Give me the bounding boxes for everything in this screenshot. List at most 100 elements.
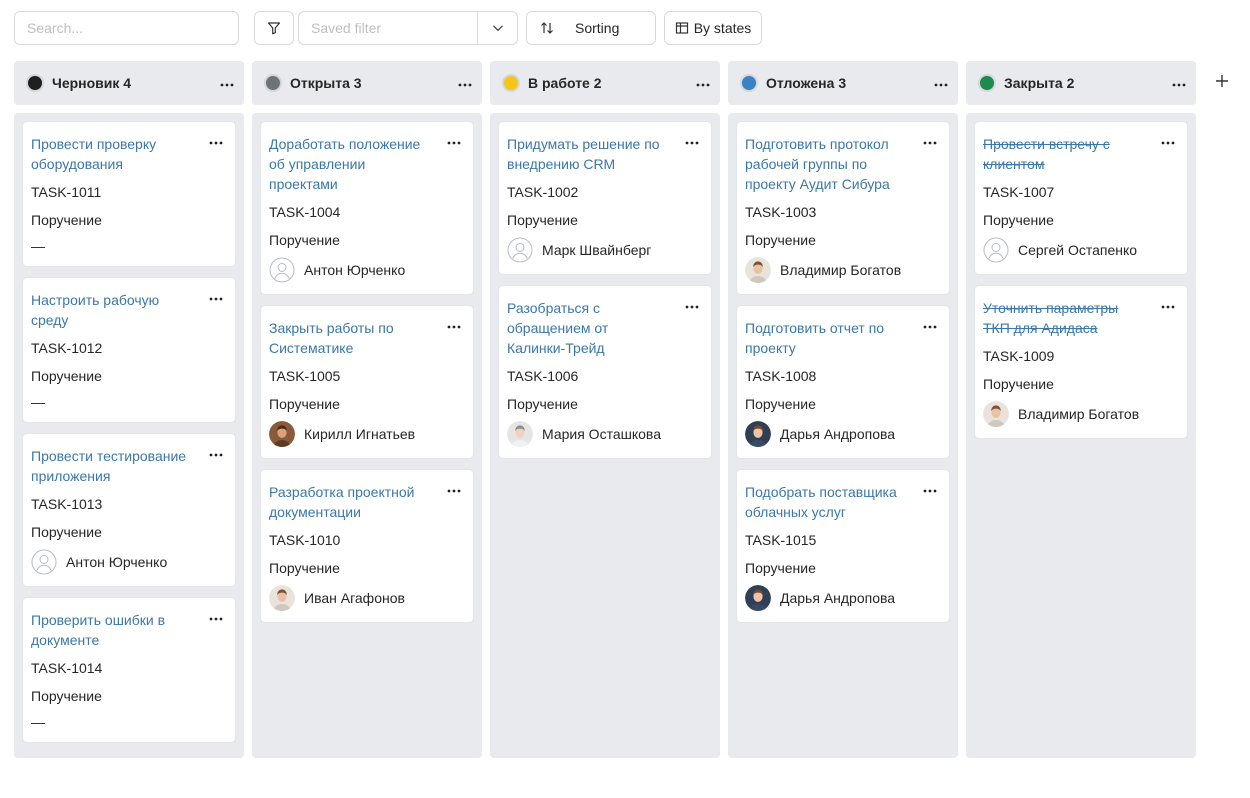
task-card[interactable]: Настроить рабочую среду TASK-1012 Поруче…	[22, 277, 236, 423]
card-task-id: TASK-1005	[269, 368, 341, 384]
column-header[interactable]: В работе 2	[490, 61, 720, 105]
more-horizontal-icon	[458, 83, 472, 87]
card-title-link[interactable]: Подобрать поставщика облачных услуг	[745, 482, 905, 522]
card-title-link[interactable]: Доработать положение об управлении проек…	[269, 134, 429, 194]
card-more-button[interactable]	[447, 484, 461, 494]
card-title-link[interactable]: Проверить ошибки в документе	[31, 610, 191, 650]
task-card[interactable]: Подготовить протокол рабочей группы по п…	[736, 121, 950, 295]
task-card[interactable]: Провести проверку оборудования TASK-1011…	[22, 121, 236, 267]
card-more-button[interactable]	[685, 136, 699, 146]
column-more-button[interactable]	[220, 78, 234, 88]
card-title-link[interactable]: Настроить рабочую среду	[31, 290, 191, 330]
card-more-button[interactable]	[685, 300, 699, 310]
user-placeholder-icon	[507, 237, 533, 263]
card-title-link[interactable]: Провести тестирование приложения	[31, 446, 191, 486]
column-more-button[interactable]	[458, 78, 472, 88]
task-card[interactable]: Подготовить отчет по проекту TASK-1008 П…	[736, 305, 950, 459]
more-horizontal-icon	[1172, 83, 1186, 87]
column-body: Доработать положение об управлении проек…	[252, 113, 482, 758]
card-more-button[interactable]	[447, 136, 461, 146]
card-more-button[interactable]	[209, 612, 223, 622]
column-header[interactable]: Отложена 3	[728, 61, 958, 105]
task-card[interactable]: Уточнить параметры ТКП для Адидаса TASK-…	[974, 285, 1188, 439]
card-title-link[interactable]: Подготовить отчет по проекту	[745, 318, 905, 358]
task-card[interactable]: Доработать положение об управлении проек…	[260, 121, 474, 295]
task-card[interactable]: Провести тестирование приложения TASK-10…	[22, 433, 236, 587]
column-header[interactable]: Закрыта 2	[966, 61, 1196, 105]
more-horizontal-icon	[1161, 305, 1175, 309]
saved-filter-select[interactable]: Saved filter	[298, 11, 518, 45]
card-more-button[interactable]	[209, 136, 223, 146]
column-header[interactable]: Черновик 4	[14, 61, 244, 105]
card-assignee-empty: —	[31, 714, 45, 730]
task-card[interactable]: Разобраться с обращением от Калинки-Трей…	[498, 285, 712, 459]
card-assignee[interactable]: Сергей Остапенко	[983, 236, 1179, 264]
search-input[interactable]	[14, 11, 239, 45]
sorting-label: Sorting	[575, 20, 620, 36]
column-more-button[interactable]	[934, 78, 948, 88]
card-assignee[interactable]: Кирилл Игнатьев	[269, 420, 465, 448]
card-more-button[interactable]	[923, 136, 937, 146]
column-title-text: Закрыта	[1004, 75, 1063, 91]
column-title: Отложена 3	[766, 75, 934, 91]
column-more-button[interactable]	[696, 78, 710, 88]
card-assignee[interactable]: Иван Агафонов	[269, 584, 465, 612]
task-card[interactable]: Разработка проектной документации TASK-1…	[260, 469, 474, 623]
saved-filter-dropdown-toggle[interactable]	[477, 12, 517, 44]
status-dot	[26, 74, 44, 92]
add-column-button[interactable]	[1215, 72, 1229, 92]
by-states-button[interactable]: By states	[664, 11, 762, 45]
task-card[interactable]: Провести встречу с клиентом TASK-1007 По…	[974, 121, 1188, 275]
card-assignee[interactable]: Владимир Богатов	[983, 400, 1179, 428]
card-task-type: Поручение	[269, 396, 340, 412]
card-assignee[interactable]: Марк Швайнберг	[507, 236, 703, 264]
assignee-name: Дарья Андропова	[780, 426, 896, 442]
column-header[interactable]: Открыта 3	[252, 61, 482, 105]
sort-icon	[541, 22, 553, 34]
more-horizontal-icon	[447, 325, 461, 329]
task-card[interactable]: Проверить ошибки в документе TASK-1014 П…	[22, 597, 236, 743]
card-assignee[interactable]: Дарья Андропова	[745, 420, 941, 448]
card-assignee[interactable]: Мария Осташкова	[507, 420, 703, 448]
column-body: Подготовить протокол рабочей группы по п…	[728, 113, 958, 758]
card-task-id: TASK-1002	[507, 184, 579, 200]
card-assignee[interactable]: Дарья Андропова	[745, 584, 941, 612]
sorting-button[interactable]: Sorting	[526, 11, 656, 45]
card-more-button[interactable]	[1161, 300, 1175, 310]
card-assignee[interactable]: Антон Юрченко	[31, 548, 227, 576]
card-more-button[interactable]	[1161, 136, 1175, 146]
column-more-button[interactable]	[1172, 78, 1186, 88]
card-title-link[interactable]: Придумать решение по внедрению CRM	[507, 134, 667, 174]
card-title-link[interactable]: Разработка проектной документации	[269, 482, 429, 522]
card-more-button[interactable]	[447, 320, 461, 330]
column-title-text: Черновик	[52, 75, 120, 91]
more-horizontal-icon	[685, 305, 699, 309]
card-assignee[interactable]: Владимир Богатов	[745, 256, 941, 284]
assignee-name: Сергей Остапенко	[1018, 242, 1138, 258]
more-horizontal-icon	[447, 141, 461, 145]
card-assignee[interactable]: Антон Юрченко	[269, 256, 465, 284]
card-more-button[interactable]	[209, 448, 223, 458]
card-more-button[interactable]	[923, 320, 937, 330]
card-task-id: TASK-1015	[745, 532, 817, 548]
more-horizontal-icon	[923, 141, 937, 145]
card-title-link[interactable]: Закрыть работы по Систематике	[269, 318, 429, 358]
task-card[interactable]: Подобрать поставщика облачных услуг TASK…	[736, 469, 950, 623]
card-task-type: Поручение	[745, 560, 816, 576]
card-more-button[interactable]	[923, 484, 937, 494]
filter-button[interactable]	[254, 11, 294, 45]
card-title-link[interactable]: Провести проверку оборудования	[31, 134, 191, 174]
more-horizontal-icon	[447, 489, 461, 493]
user-photo-icon	[507, 421, 533, 447]
avatar	[269, 421, 295, 447]
card-more-button[interactable]	[209, 292, 223, 302]
card-title-link[interactable]: Подготовить протокол рабочей группы по п…	[745, 134, 905, 194]
task-card[interactable]: Придумать решение по внедрению CRM TASK-…	[498, 121, 712, 275]
card-title-link[interactable]: Провести встречу с клиентом	[983, 134, 1143, 174]
column-count: 4	[123, 75, 132, 91]
card-title-link[interactable]: Уточнить параметры ТКП для Адидаса	[983, 298, 1143, 338]
card-title-link[interactable]: Разобраться с обращением от Калинки-Трей…	[507, 298, 667, 358]
card-task-id: TASK-1004	[269, 204, 341, 220]
card-task-id: TASK-1008	[745, 368, 817, 384]
task-card[interactable]: Закрыть работы по Систематике TASK-1005 …	[260, 305, 474, 459]
